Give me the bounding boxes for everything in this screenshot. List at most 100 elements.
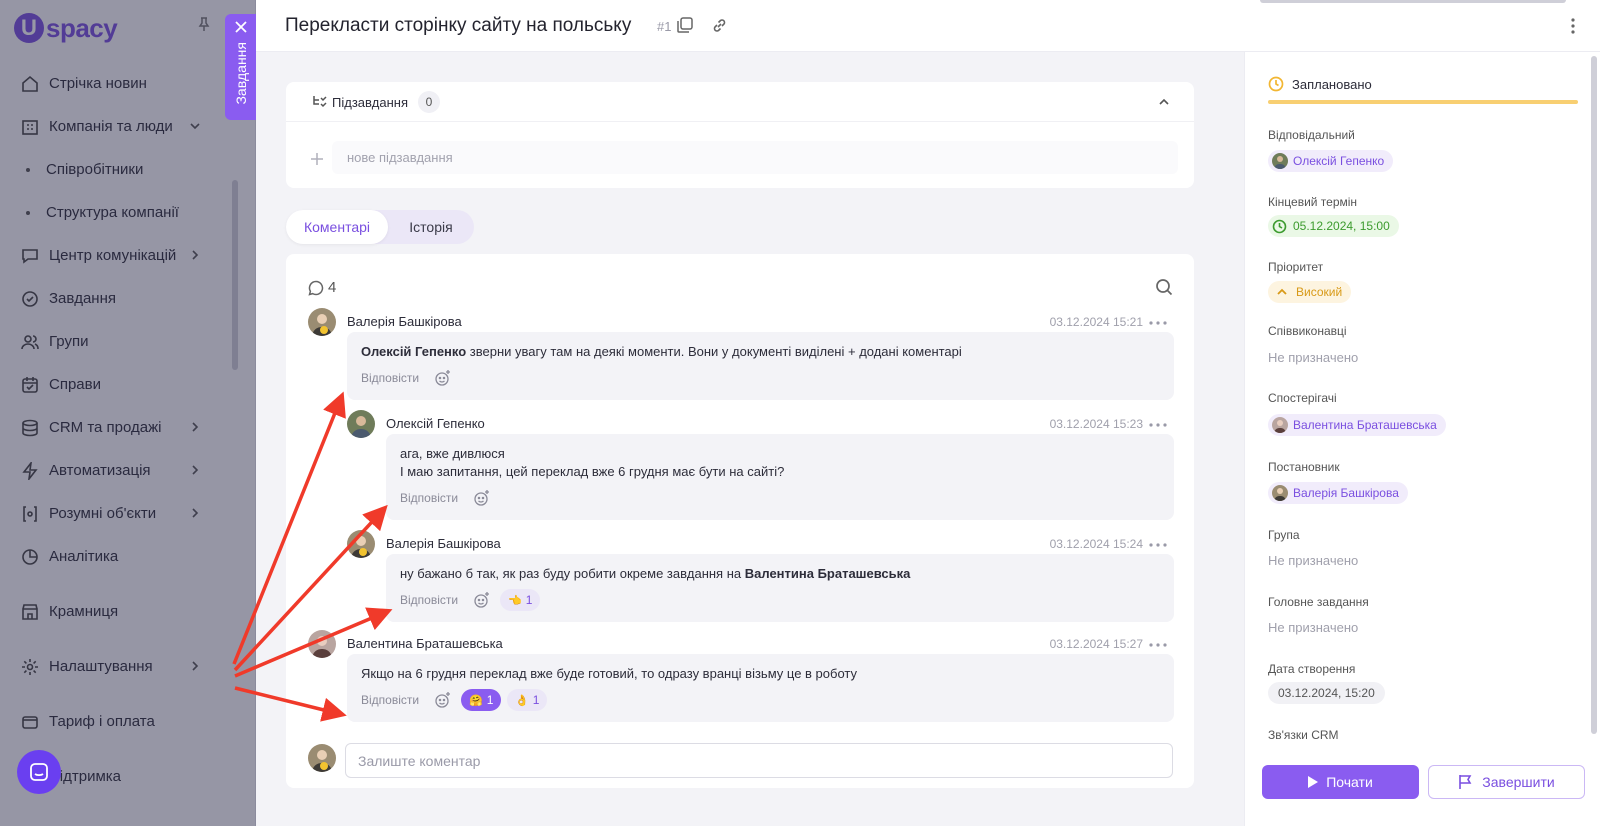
comment-author[interactable]: Валентина Браташевська — [347, 636, 503, 651]
start-button[interactable]: Почати — [1262, 765, 1419, 799]
comment-bubble: ага, вже дивлюся І маю запитання, цей пе… — [386, 434, 1174, 520]
subtasks-title: Підзавдання — [332, 95, 408, 110]
comment-icon — [308, 280, 324, 296]
reaction-emoji: 🤗 — [469, 694, 483, 707]
field-label: Зв'язки CRM — [1268, 728, 1339, 742]
creator-name: Валерія Башкірова — [1293, 486, 1399, 500]
responsible-chip[interactable]: Олексій Гепенко — [1268, 150, 1394, 172]
reply-button[interactable]: Відповісти — [361, 693, 419, 707]
more-horizontal-icon[interactable] — [1149, 643, 1167, 647]
reaction-chip-active[interactable]: 🤗 1 — [461, 689, 502, 711]
more-horizontal-icon[interactable] — [1149, 321, 1167, 325]
add-reaction-icon[interactable] — [473, 489, 491, 507]
field-label: Пріоритет — [1268, 260, 1324, 274]
reaction-chip[interactable]: 👈 1 — [500, 589, 541, 611]
comment-line: І маю запитання, цей переклад вже 6 груд… — [400, 464, 785, 479]
status[interactable]: Заплановано — [1268, 76, 1372, 92]
comments-tabs: Коментарі Історія — [286, 210, 474, 244]
copy-icon[interactable] — [677, 17, 693, 33]
mention[interactable]: Олексій Гепенко — [361, 344, 466, 359]
creator-chip[interactable]: Валерія Башкірова — [1268, 482, 1408, 504]
field-label: Спостерігачі — [1268, 391, 1337, 405]
subtasks-icon — [313, 96, 327, 108]
add-reaction-icon[interactable] — [473, 591, 491, 609]
tab-comments[interactable]: Коментарі — [286, 210, 388, 244]
comment-date: 03.12.2024 15:24 — [1049, 537, 1143, 551]
page-title[interactable]: Перекласти сторінку сайту на польську — [285, 15, 631, 37]
subtasks-card: Підзавдання 0 — [286, 82, 1194, 188]
add-reaction-icon[interactable] — [434, 369, 452, 387]
action-footer: Почати Завершити — [1245, 752, 1600, 826]
close-icon[interactable] — [234, 20, 248, 34]
avatar — [1272, 417, 1288, 433]
comment: Валерія Башкірова 03.12.2024 15:21 Олекс… — [308, 308, 1174, 400]
reaction-chip[interactable]: 👌 1 — [507, 689, 548, 711]
comment-author[interactable]: Олексій Гепенко — [386, 416, 485, 431]
chevron-up-icon[interactable] — [1158, 96, 1170, 108]
link-icon[interactable] — [711, 17, 728, 34]
new-comment-input[interactable] — [345, 743, 1173, 778]
field-label: Постановник — [1268, 460, 1340, 474]
reaction-emoji: 👌 — [515, 694, 529, 707]
comment-text: ага, вже дивлюся І маю запитання, цей пе… — [400, 445, 784, 481]
tab-history[interactable]: Історія — [388, 210, 474, 244]
flag-icon — [1459, 775, 1472, 789]
comment-body: ну бажано б так, як раз буду робити окре… — [400, 566, 745, 581]
avatar[interactable] — [308, 744, 336, 772]
reaction-count: 1 — [486, 693, 494, 707]
comments-count: 4 — [328, 279, 337, 296]
field-label: Головне завдання — [1268, 595, 1369, 609]
comment-bubble: ну бажано б так, як раз буду робити окре… — [386, 554, 1174, 622]
comment-date: 03.12.2024 15:27 — [1049, 637, 1143, 651]
avatar[interactable] — [308, 308, 336, 336]
deadline-value: 05.12.2024, 15:00 — [1293, 219, 1390, 233]
search-icon[interactable] — [1155, 278, 1173, 296]
more-horizontal-icon[interactable] — [1149, 423, 1167, 427]
reply-button[interactable]: Відповісти — [361, 371, 419, 385]
avatar — [1272, 485, 1288, 501]
task-number: #1 — [657, 19, 672, 34]
comment-bubble: Олексій Гепенко зверни увагу там на деяк… — [347, 332, 1174, 400]
top-scrollbar — [1260, 0, 1566, 3]
field-label: Дата створення — [1268, 662, 1356, 676]
reply-button[interactable]: Відповісти — [400, 491, 458, 505]
details-scrollbar[interactable] — [1591, 56, 1597, 734]
sidebar-overlay[interactable] — [0, 0, 256, 826]
field-label: Співвиконавці — [1268, 324, 1347, 338]
coexecutors-value[interactable]: Не призначено — [1268, 350, 1358, 365]
subtasks-header[interactable]: Підзавдання 0 — [286, 82, 1194, 122]
start-label: Почати — [1326, 774, 1373, 790]
finish-button[interactable]: Завершити — [1428, 765, 1585, 799]
created-date-value: 03.12.2024, 15:20 — [1278, 686, 1375, 700]
comments-card: 4 Валерія Башкірова 03.12.2024 15:21 Оле… — [286, 254, 1194, 788]
more-vertical-icon[interactable] — [1570, 16, 1576, 36]
observer-chip[interactable]: Валентина Браташевська — [1268, 414, 1446, 436]
avatar[interactable] — [347, 410, 375, 438]
comment-text: Олексій Гепенко зверни увагу там на деяк… — [361, 343, 962, 361]
new-subtask-input[interactable] — [332, 141, 1178, 174]
comment-author[interactable]: Валерія Башкірова — [347, 314, 462, 329]
priority-chip[interactable]: Високий — [1268, 281, 1352, 303]
mention[interactable]: Валентина Браташевська — [745, 566, 911, 581]
parent-task-value[interactable]: Не призначено — [1268, 620, 1358, 635]
more-horizontal-icon[interactable] — [1149, 543, 1167, 547]
responsible-name: Олексій Гепенко — [1293, 154, 1385, 168]
add-reaction-icon[interactable] — [434, 691, 452, 709]
avatar[interactable] — [347, 530, 375, 558]
tasks-tab-label: Завдання — [232, 42, 249, 105]
chevron-up-icon — [1277, 288, 1287, 295]
plus-icon[interactable] — [310, 152, 324, 166]
comment: Валерія Башкірова 03.12.2024 15:24 ну ба… — [347, 530, 1174, 622]
finish-label: Завершити — [1482, 774, 1555, 790]
status-bar — [1268, 100, 1578, 104]
reply-button[interactable]: Відповісти — [400, 593, 458, 607]
comment-text: ну бажано б так, як раз буду робити окре… — [400, 565, 910, 583]
comment-author[interactable]: Валерія Башкірова — [386, 536, 501, 551]
comment: Валентина Браташевська 03.12.2024 15:27 … — [308, 630, 1174, 722]
group-value[interactable]: Не призначено — [1268, 553, 1358, 568]
deadline-chip[interactable]: 05.12.2024, 15:00 — [1268, 215, 1399, 237]
observer-name: Валентина Браташевська — [1293, 418, 1437, 432]
avatar[interactable] — [308, 630, 336, 658]
support-chat-button[interactable] — [17, 750, 61, 794]
tasks-panel-tab[interactable]: Завдання — [225, 14, 256, 120]
